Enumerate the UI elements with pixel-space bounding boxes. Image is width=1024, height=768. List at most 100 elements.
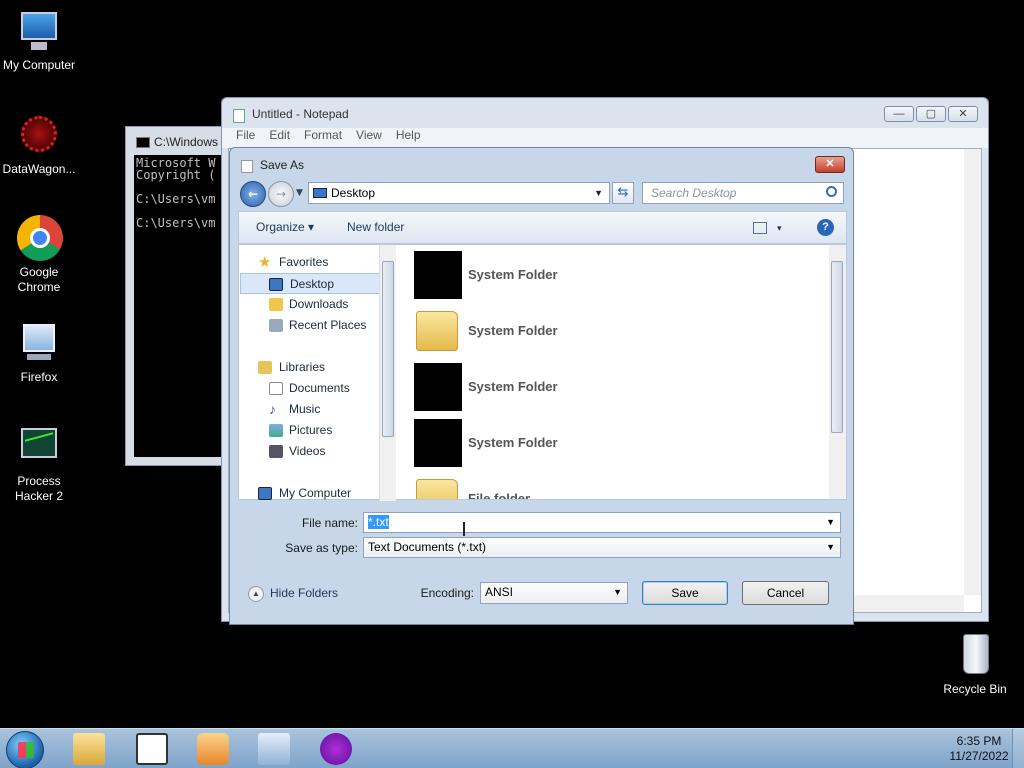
save-button[interactable]: Save <box>642 581 728 605</box>
cmd-output: Microsoft W Copyright ( C:\Users\vm C:\U… <box>134 155 234 457</box>
desktop-icon <box>313 188 327 198</box>
taskbar-explorer-icon[interactable] <box>73 733 105 765</box>
scrollbar-thumb[interactable] <box>382 261 394 437</box>
cmd-title-text: C:\Windows <box>154 135 219 149</box>
new-folder-button[interactable]: New folder <box>347 220 404 234</box>
chevron-down-icon[interactable]: ▼ <box>826 513 835 532</box>
computer-icon <box>258 487 272 500</box>
cmd-title: C:\Windows <box>126 127 234 157</box>
menu-help[interactable]: Help <box>396 128 421 148</box>
save-as-type-select[interactable]: Text Documents (*.txt) ▼ <box>363 537 841 558</box>
menu-format[interactable]: Format <box>304 128 342 148</box>
desktop-icon-my-computer[interactable]: My Computer <box>0 8 78 73</box>
clock-date: 11/27/2022 <box>949 749 1009 763</box>
nav-label: Desktop <box>290 277 335 291</box>
file-list: System Folder System Folder System Folde… <box>396 245 846 499</box>
menu-view[interactable]: View <box>356 128 382 148</box>
nav-downloads[interactable]: Downloads <box>239 294 379 315</box>
nav-desktop[interactable]: Desktop <box>240 273 380 294</box>
cmd-window[interactable]: C:\Windows Microsoft W Copyright ( C:\Us… <box>125 126 235 466</box>
nav-label: My Computer <box>279 486 352 500</box>
nav-favorites[interactable]: ★ Favorites <box>239 252 379 273</box>
views-icon[interactable] <box>753 222 767 234</box>
minimize-button[interactable]: — <box>884 106 914 122</box>
hide-folders-button[interactable]: ▲ Hide Folders <box>248 586 338 602</box>
taskbar-media-player-icon[interactable] <box>197 733 229 765</box>
clock-time: 6:35 PM <box>956 734 1002 748</box>
notepad-title: Untitled - Notepad <box>252 107 349 121</box>
address-bar[interactable]: Desktop ▼ <box>308 182 610 204</box>
views-dropdown[interactable]: ▾ <box>777 223 782 234</box>
folder-icon <box>416 311 458 351</box>
file-name-input[interactable]: *.txt ▼ <box>363 512 841 533</box>
desktop-icon-firefox[interactable]: Firefox <box>0 320 78 385</box>
desktop-icon-label: Process Hacker 2 <box>14 474 64 503</box>
arrow-right-icon: → <box>275 187 287 201</box>
show-desktop-button[interactable] <box>1012 729 1024 768</box>
file-name-value: *.txt <box>368 515 389 529</box>
nav-label: Videos <box>289 444 326 458</box>
nav-libraries[interactable]: Libraries <box>239 357 379 378</box>
menu-file[interactable]: File <box>236 128 255 148</box>
scrollbar-thumb[interactable] <box>831 261 843 433</box>
back-button[interactable]: ← <box>240 181 266 207</box>
menu-edit[interactable]: Edit <box>269 128 290 148</box>
recent-locations-dropdown[interactable]: ▼ <box>296 188 303 198</box>
help-button[interactable]: ? <box>817 219 834 236</box>
organize-button[interactable]: Organize ▾ <box>256 220 314 234</box>
search-input[interactable]: Search Desktop <box>642 182 844 204</box>
notepad-icon <box>241 160 253 173</box>
dialog-title: Save As <box>260 158 305 172</box>
recycle-bin-icon <box>951 632 999 680</box>
taskbar-notepad-icon[interactable] <box>258 733 290 765</box>
desktop-icon-process-hacker[interactable]: Process Hacker 2 <box>0 424 78 504</box>
nav-videos[interactable]: Videos <box>239 441 379 462</box>
start-button[interactable] <box>6 731 44 768</box>
notepad-icon <box>233 109 245 123</box>
encoding-label: Encoding: <box>420 586 474 600</box>
refresh-icon: ⇆ <box>617 185 629 200</box>
maximize-button[interactable]: ▢ <box>916 106 946 122</box>
save-as-dialog: Save As ✕ ← → ▼ Desktop ▼ ⇆ Search Deskt… <box>229 147 854 625</box>
chevron-down-icon[interactable]: ▼ <box>613 583 622 602</box>
nav-recent-places[interactable]: Recent Places <box>239 315 379 336</box>
close-button[interactable]: ✕ <box>948 106 978 122</box>
file-name-label: File name: <box>301 516 358 530</box>
refresh-button[interactable]: ⇆ <box>612 182 634 204</box>
system-clock[interactable]: 6:35 PM 11/27/2022 <box>934 729 1024 768</box>
forward-button[interactable]: → <box>268 181 294 207</box>
address-text: Desktop <box>331 186 376 200</box>
nav-label: Recent Places <box>289 318 367 332</box>
notepad-menubar: File Edit Format View Help <box>222 128 988 148</box>
file-thumbnail <box>414 251 462 299</box>
file-name: System Folder <box>468 379 558 394</box>
taskbar: 6:35 PM 11/27/2022 <box>0 728 1024 768</box>
file-thumbnail <box>414 363 462 411</box>
desktop-icon-datawagon[interactable]: DataWagon... <box>0 112 78 177</box>
taskbar-app-icon[interactable] <box>320 733 352 765</box>
chevron-down-icon[interactable]: ▼ <box>826 538 835 557</box>
nav-music[interactable]: ♪ Music <box>239 399 379 420</box>
file-name: System Folder <box>468 267 558 282</box>
dialog-close-button[interactable]: ✕ <box>815 156 845 173</box>
nav-pictures[interactable]: Pictures <box>239 420 379 441</box>
firefox-icon <box>15 320 63 368</box>
nav-my-computer[interactable]: My Computer <box>239 483 379 504</box>
desktop-icon-google-chrome[interactable]: Google Chrome <box>0 215 78 295</box>
encoding-select[interactable]: ANSI ▼ <box>480 582 628 604</box>
desktop-icon-label: Firefox <box>20 370 58 384</box>
desktop-icon-recycle-bin[interactable]: Recycle Bin <box>936 632 1014 697</box>
cancel-button[interactable]: Cancel <box>742 581 829 605</box>
nav-pane-scrollbar[interactable] <box>379 245 396 501</box>
chrome-icon <box>15 215 63 263</box>
vertical-scrollbar[interactable] <box>964 149 981 595</box>
music-icon: ♪ <box>269 401 276 417</box>
navigation-pane: ★ Favorites Desktop Downloads Recent Pla… <box>239 245 396 501</box>
file-list-scrollbar[interactable] <box>829 245 846 499</box>
nav-label: Documents <box>289 381 350 395</box>
taskbar-cmd-icon[interactable] <box>136 733 168 765</box>
chevron-down-icon[interactable]: ▼ <box>594 183 603 203</box>
nav-documents[interactable]: Documents <box>239 378 379 399</box>
windows-logo-icon <box>18 742 34 758</box>
nav-label: Libraries <box>279 360 326 374</box>
